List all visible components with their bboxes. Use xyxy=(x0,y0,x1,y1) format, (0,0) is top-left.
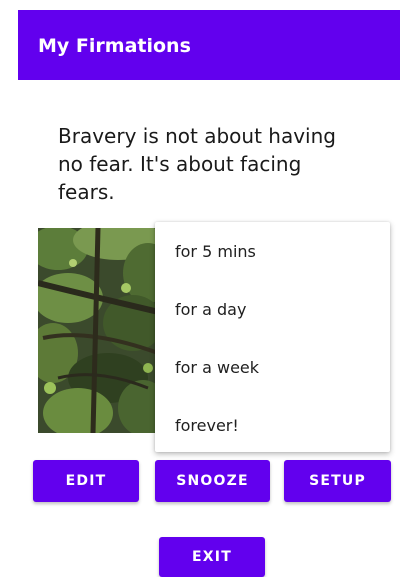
menu-item-day[interactable]: for a day xyxy=(155,280,390,338)
app-bar: My Firmations xyxy=(18,10,400,80)
setup-button[interactable]: SETUP xyxy=(284,460,391,502)
affirmation-image xyxy=(38,228,163,433)
affirmation-quote: Bravery is not about having no fear. It'… xyxy=(58,124,336,204)
edit-button[interactable]: EDIT xyxy=(33,460,139,502)
menu-item-forever[interactable]: forever! xyxy=(155,396,390,454)
snooze-button[interactable]: SNOOZE xyxy=(155,460,270,502)
menu-item-5-mins[interactable]: for 5 mins xyxy=(155,222,390,280)
snooze-menu: for 5 mins for a day for a week forever! xyxy=(155,222,390,452)
app-title: My Firmations xyxy=(38,35,191,57)
exit-button[interactable]: EXIT xyxy=(159,537,265,577)
menu-item-week[interactable]: for a week xyxy=(155,338,390,396)
status-bar xyxy=(0,0,400,10)
